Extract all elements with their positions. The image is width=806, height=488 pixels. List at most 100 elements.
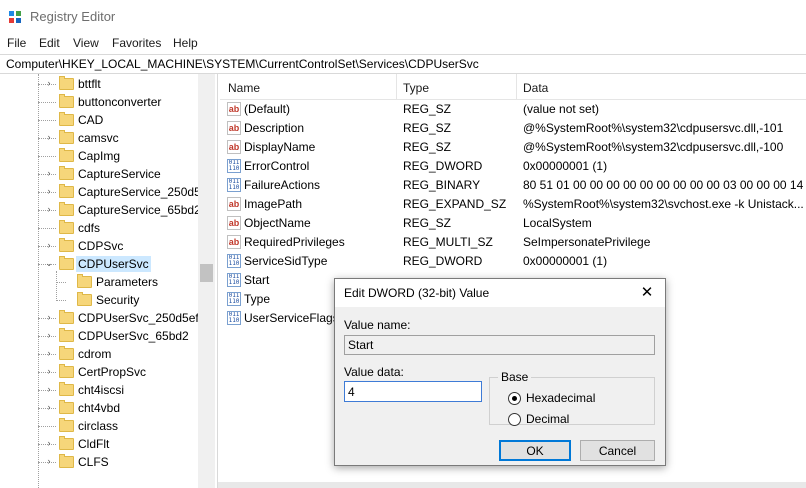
tree-item-label[interactable]: cdfs xyxy=(76,220,102,236)
decimal-radio[interactable] xyxy=(508,413,521,426)
tree-item-label[interactable]: CaptureService_250d5e xyxy=(76,184,209,200)
cancel-button[interactable]: Cancel xyxy=(580,440,655,461)
binary-value-icon: 011 110 xyxy=(227,178,241,192)
expand-arrow-icon[interactable]: › xyxy=(44,366,54,376)
tree-item[interactable]: › CaptureService_250d5e xyxy=(0,183,207,201)
value-row[interactable]: ab DisplayName REG_SZ @%SystemRoot%\system3… xyxy=(220,138,806,157)
tree-item[interactable]: › bttflt xyxy=(0,75,200,93)
decimal-label[interactable]: Decimal xyxy=(526,412,569,426)
tree-item-label[interactable]: CDPUserSvc_65bd2 xyxy=(76,328,191,344)
tree-item-label[interactable]: CertPropSvc xyxy=(76,364,148,380)
tree-item-label[interactable]: camsvc xyxy=(76,130,121,146)
tree-item[interactable]: CAD xyxy=(0,111,200,129)
tree-item[interactable]: › CertPropSvc xyxy=(0,363,200,381)
expand-arrow-icon[interactable]: › xyxy=(44,330,54,340)
value-data-input[interactable] xyxy=(344,381,482,402)
tree-guide-line xyxy=(56,271,57,301)
tree-item-label[interactable]: CLFS xyxy=(76,454,111,470)
tree-item[interactable]: ⌄ CDPUserSvc xyxy=(0,255,200,273)
tree-scrollbar-thumb[interactable] xyxy=(200,264,213,282)
value-row[interactable]: 011 110 ErrorControl REG_DWORD 0x00000001 (… xyxy=(220,157,806,176)
tree-item-label[interactable]: CldFlt xyxy=(76,436,111,452)
hexadecimal-label[interactable]: Hexadecimal xyxy=(526,391,595,405)
tree-child-item[interactable]: Parameters xyxy=(0,273,200,291)
tree-item-label[interactable]: cht4vbd xyxy=(76,400,122,416)
value-name-cell: ServiceSidType xyxy=(244,254,328,268)
column-name-header[interactable]: Name xyxy=(228,81,260,95)
tree-item-label[interactable]: Parameters xyxy=(94,274,160,290)
value-row[interactable]: ab Description REG_SZ @%SystemRoot%\system3… xyxy=(220,119,806,138)
expand-arrow-icon[interactable]: › xyxy=(44,204,54,214)
tree-item[interactable]: › CaptureService xyxy=(0,165,200,183)
tree-item[interactable]: › CLFS xyxy=(0,453,200,471)
tree-item-label[interactable]: CapImg xyxy=(76,148,122,164)
expand-arrow-icon[interactable]: › xyxy=(44,168,54,178)
value-row[interactable]: 011 110 FailureActions REG_BINARY 80 51 01 … xyxy=(220,176,806,195)
binary-value-icon: 011 110 xyxy=(227,311,241,325)
value-row[interactable]: ab ImagePath REG_EXPAND_SZ %SystemRoot%\sys… xyxy=(220,195,806,214)
tree-item-label[interactable]: CDPSvc xyxy=(76,238,125,254)
tree-item-label[interactable]: Security xyxy=(94,292,141,308)
tree-item[interactable]: circlass xyxy=(0,417,200,435)
collapse-arrow-icon[interactable]: ⌄ xyxy=(44,258,54,268)
value-name-cell: RequiredPrivileges xyxy=(244,235,345,249)
column-type-header[interactable]: Type xyxy=(403,81,429,95)
expand-arrow-icon[interactable]: › xyxy=(44,312,54,322)
tree-item-label[interactable]: cdrom xyxy=(76,346,113,362)
base-group: Base Hexadecimal Decimal xyxy=(489,370,655,426)
address-bar[interactable]: Computer\HKEY_LOCAL_MACHINE\SYSTEM\Curre… xyxy=(0,54,806,74)
edit-dword-dialog: Edit DWORD (32-bit) Value ✕ Value name: … xyxy=(334,278,666,466)
expand-arrow-icon[interactable]: › xyxy=(44,348,54,358)
tree-item-label[interactable]: CaptureService xyxy=(76,166,163,182)
value-row[interactable]: ab RequiredPrivileges REG_MULTI_SZ SeImpers… xyxy=(220,233,806,252)
expand-arrow-icon[interactable]: › xyxy=(44,240,54,250)
tree-item-label[interactable]: CAD xyxy=(76,112,105,128)
close-icon[interactable]: ✕ xyxy=(637,283,657,303)
tree-item[interactable]: › CDPUserSvc_250d5eff xyxy=(0,309,202,327)
value-data-cell: LocalSystem xyxy=(523,216,592,230)
value-row[interactable]: 011 110 ServiceSidType REG_DWORD 0x00000001… xyxy=(220,252,806,271)
folder-icon xyxy=(59,256,74,270)
expand-arrow-icon[interactable]: › xyxy=(44,456,54,466)
menu-file[interactable]: File xyxy=(7,36,26,50)
expand-arrow-icon[interactable]: › xyxy=(44,402,54,412)
tree-item[interactable]: cdfs xyxy=(0,219,200,237)
expand-arrow-icon[interactable]: › xyxy=(44,132,54,142)
tree-item-label[interactable]: circlass xyxy=(76,418,120,434)
expand-arrow-icon[interactable]: › xyxy=(44,186,54,196)
tree-item[interactable]: CapImg xyxy=(0,147,200,165)
tree-item[interactable]: › CDPSvc xyxy=(0,237,200,255)
tree-item[interactable]: › cdrom xyxy=(0,345,200,363)
expand-arrow-icon[interactable]: › xyxy=(44,78,54,88)
tree-item[interactable]: buttonconverter xyxy=(0,93,200,111)
value-name-text: Start xyxy=(348,338,374,352)
address-path[interactable]: Computer\HKEY_LOCAL_MACHINE\SYSTEM\Curre… xyxy=(6,57,479,71)
menu-edit[interactable]: Edit xyxy=(39,36,60,50)
tree-item[interactable]: › cht4vbd xyxy=(0,399,200,417)
menu-help[interactable]: Help xyxy=(173,36,198,50)
menu-view[interactable]: View xyxy=(73,36,99,50)
expand-arrow-icon[interactable]: › xyxy=(44,438,54,448)
tree-child-item[interactable]: Security xyxy=(0,291,200,309)
menu-favorites[interactable]: Favorites xyxy=(112,36,161,50)
tree-item-label[interactable]: cht4iscsi xyxy=(76,382,126,398)
tree-item-label[interactable]: CaptureService_65bd2 xyxy=(76,202,203,218)
tree-item[interactable]: › CldFlt xyxy=(0,435,200,453)
hexadecimal-radio[interactable] xyxy=(508,392,521,405)
tree-item-label[interactable]: CDPUserSvc xyxy=(76,256,151,272)
tree-item-label[interactable]: buttonconverter xyxy=(76,94,163,110)
tree-item[interactable]: › cht4iscsi xyxy=(0,381,200,399)
tree-item-label[interactable]: CDPUserSvc_250d5eff xyxy=(76,310,204,326)
tree-scrollbar[interactable] xyxy=(198,74,215,488)
tree-item[interactable]: › camsvc xyxy=(0,129,200,147)
value-row[interactable]: ab ObjectName REG_SZ LocalSystem xyxy=(220,214,806,233)
value-name-cell: ImagePath xyxy=(244,197,303,211)
value-data-cell: 0x00000001 (1) xyxy=(523,254,608,268)
tree-item[interactable]: › CaptureService_65bd2 xyxy=(0,201,203,219)
ok-button[interactable]: OK xyxy=(499,440,571,461)
expand-arrow-icon[interactable]: › xyxy=(44,384,54,394)
tree-item-label[interactable]: bttflt xyxy=(76,76,103,92)
value-row[interactable]: ab (Default) REG_SZ (value not set) xyxy=(220,100,806,119)
tree-item[interactable]: › CDPUserSvc_65bd2 xyxy=(0,327,200,345)
column-data-header[interactable]: Data xyxy=(523,81,548,95)
